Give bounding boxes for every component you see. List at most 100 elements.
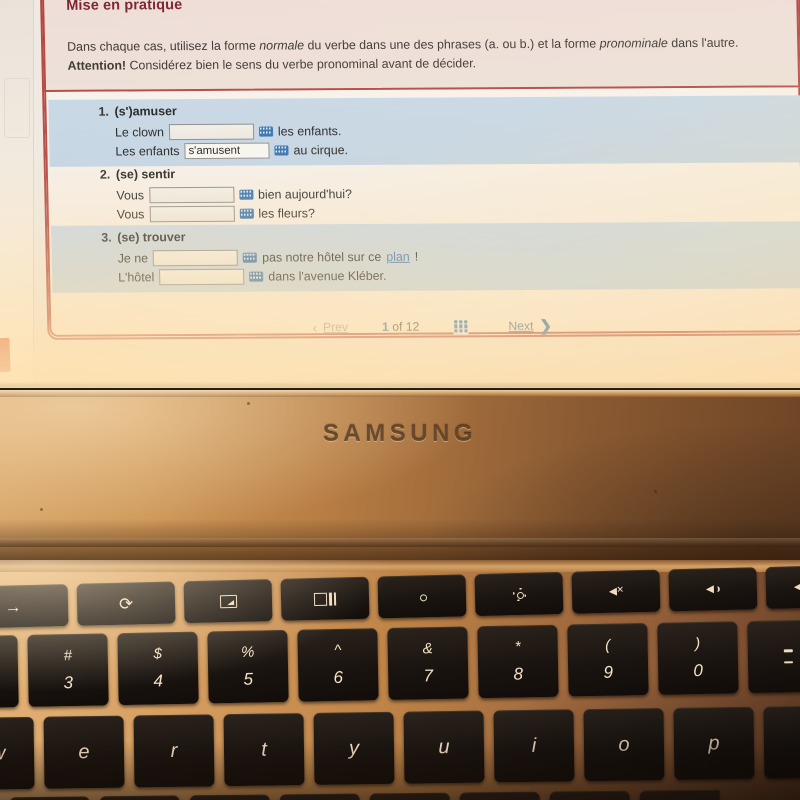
- key-reload[interactable]: [76, 581, 176, 626]
- key-p[interactable]: p: [673, 706, 755, 780]
- key-9[interactable]: ( 9: [567, 623, 649, 697]
- key-f[interactable]: f: [99, 795, 181, 800]
- key-overview[interactable]: [280, 576, 370, 621]
- key-y[interactable]: y: [313, 711, 395, 785]
- keyboard-icon[interactable]: [238, 189, 254, 200]
- key-l[interactable]: l: [549, 790, 631, 800]
- key-5-lower: 5: [243, 669, 254, 689]
- exercise-2-line-b-lead: Vous: [116, 206, 145, 221]
- exercise-1-line-a-lead: Le clown: [114, 124, 165, 140]
- key-volume-up[interactable]: [765, 565, 800, 609]
- underscore-hyphen-icon: [783, 649, 793, 664]
- key-minus[interactable]: [747, 619, 800, 694]
- reload-icon: [119, 595, 134, 612]
- exercise-1-line-b-tail: au cirque.: [293, 142, 349, 157]
- key-4[interactable]: $ 4: [117, 631, 199, 706]
- key-brightness-up[interactable]: [474, 571, 564, 617]
- key-g[interactable]: g: [189, 794, 271, 800]
- key-5[interactable]: % 5: [207, 629, 289, 704]
- laptop-photo: Mise en pratique Dans chaque cas, utilis…: [0, 0, 800, 800]
- total-pages: 12: [405, 319, 420, 334]
- key-j[interactable]: j: [369, 792, 451, 800]
- instruction-emphasis-normale: normale: [259, 38, 305, 53]
- exercise-2-number: 2.: [99, 167, 111, 182]
- key-p-label: p: [708, 732, 720, 755]
- keyboard-icon[interactable]: [242, 252, 258, 263]
- attention-label: Attention!: [67, 58, 127, 73]
- keyboard-icon[interactable]: [274, 144, 289, 156]
- page-counter: 1 of 12: [348, 319, 454, 334]
- key-k[interactable]: k: [459, 791, 541, 800]
- exercise-1-input-b[interactable]: [184, 142, 270, 159]
- key-r[interactable]: r: [133, 714, 215, 788]
- background-window-strip: [0, 0, 34, 388]
- key-volume-down[interactable]: [668, 567, 758, 612]
- key-2[interactable]: @ 2: [0, 635, 19, 709]
- key-8[interactable]: * 8: [477, 624, 559, 699]
- forward-arrow-icon: [4, 598, 21, 615]
- laptop-keyboard: @ 2 # 3 $ 4 % 5 ^ 6 & 7: [0, 560, 800, 800]
- exercise-3-number: 3.: [101, 230, 112, 245]
- key-t[interactable]: t: [223, 713, 305, 787]
- key-0[interactable]: ) 0: [657, 621, 739, 695]
- laptop-screen: Mise en pratique Dans chaque cas, utilis…: [0, 0, 800, 388]
- volume-up-icon: [792, 580, 800, 593]
- key-o[interactable]: o: [583, 708, 665, 782]
- prev-page-button[interactable]: Prev: [323, 320, 348, 334]
- keyboard-icon[interactable]: [249, 271, 264, 282]
- key-fullscreen[interactable]: [183, 579, 273, 624]
- exercise-1-number: 1.: [98, 104, 110, 119]
- quiz-card-body: 1. (s')amuser Le clown les enfants. Les …: [44, 87, 800, 337]
- key-semicolon[interactable]: ;: [639, 789, 721, 800]
- exercise-1-input-a[interactable]: [168, 123, 255, 140]
- key-bracket-left[interactable]: [763, 706, 800, 779]
- chevron-right-icon[interactable]: ❯: [533, 317, 558, 335]
- exercise-1-verb: (s')amuser: [114, 104, 177, 119]
- key-6-lower: 6: [333, 667, 344, 688]
- key-forward[interactable]: [0, 584, 69, 629]
- side-tab-button[interactable]: [0, 337, 11, 373]
- key-y-label: y: [348, 737, 360, 760]
- key-7[interactable]: & 7: [387, 626, 469, 700]
- key-u[interactable]: u: [403, 710, 485, 784]
- key-brightness-down[interactable]: [377, 574, 467, 619]
- exercise-item-2: 2. (se) sentir Vous bien aujourd'hui? Vo…: [50, 158, 800, 230]
- grid-view-icon[interactable]: [453, 318, 469, 334]
- instruction-part-1: Dans chaque cas, utilisez la forme: [66, 38, 260, 54]
- next-page-button[interactable]: Next: [508, 319, 533, 333]
- instruction-part-2: du verbe dans une des phrases (a. ou b.)…: [303, 36, 600, 53]
- key-6-upper: ^: [334, 641, 342, 660]
- key-o-label: o: [618, 733, 630, 756]
- keyboard-icon[interactable]: [258, 126, 274, 137]
- exercise-3-input-b[interactable]: [159, 268, 245, 285]
- key-0-upper: ): [695, 635, 701, 653]
- exercise-3-line-a-tail: pas notre hôtel sur ce: [261, 249, 382, 265]
- exercise-2-verb: (se) sentir: [115, 167, 176, 182]
- key-volume-mute[interactable]: [571, 569, 661, 614]
- exercise-2-line-b: Vous les fleurs?: [117, 200, 800, 223]
- exercise-3-line-b: L'hôtel dans l'avenue Kléber.: [118, 263, 800, 286]
- key-0-lower: 0: [693, 660, 704, 681]
- exercise-3-input-a[interactable]: [152, 249, 239, 266]
- key-3[interactable]: # 3: [27, 633, 109, 707]
- key-w[interactable]: w: [0, 716, 35, 790]
- page-title: Mise en pratique: [66, 0, 183, 14]
- key-3-upper: #: [63, 647, 73, 665]
- key-6[interactable]: ^ 6: [297, 628, 379, 702]
- key-e-label: e: [78, 741, 90, 764]
- exercise-2-input-b[interactable]: [149, 205, 235, 222]
- key-i[interactable]: i: [493, 709, 575, 783]
- key-e[interactable]: e: [43, 715, 125, 789]
- key-d[interactable]: d: [9, 796, 91, 800]
- keyboard-icon[interactable]: [239, 208, 254, 219]
- plan-link[interactable]: plan: [386, 249, 410, 263]
- exercise-item-1: 1. (s')amuser Le clown les enfants. Les …: [48, 95, 800, 167]
- exercise-2-input-a[interactable]: [148, 186, 235, 203]
- key-9-lower: 9: [603, 662, 614, 682]
- chevron-left-icon[interactable]: ‹: [306, 320, 323, 335]
- attention-text: Considérez bien le sens du verbe pronomi…: [125, 56, 477, 73]
- key-8-lower: 8: [513, 664, 524, 684]
- key-h[interactable]: h: [279, 793, 361, 800]
- samsung-brand-logo: SAMSUNG: [322, 420, 478, 447]
- key-9-upper: (: [605, 636, 611, 654]
